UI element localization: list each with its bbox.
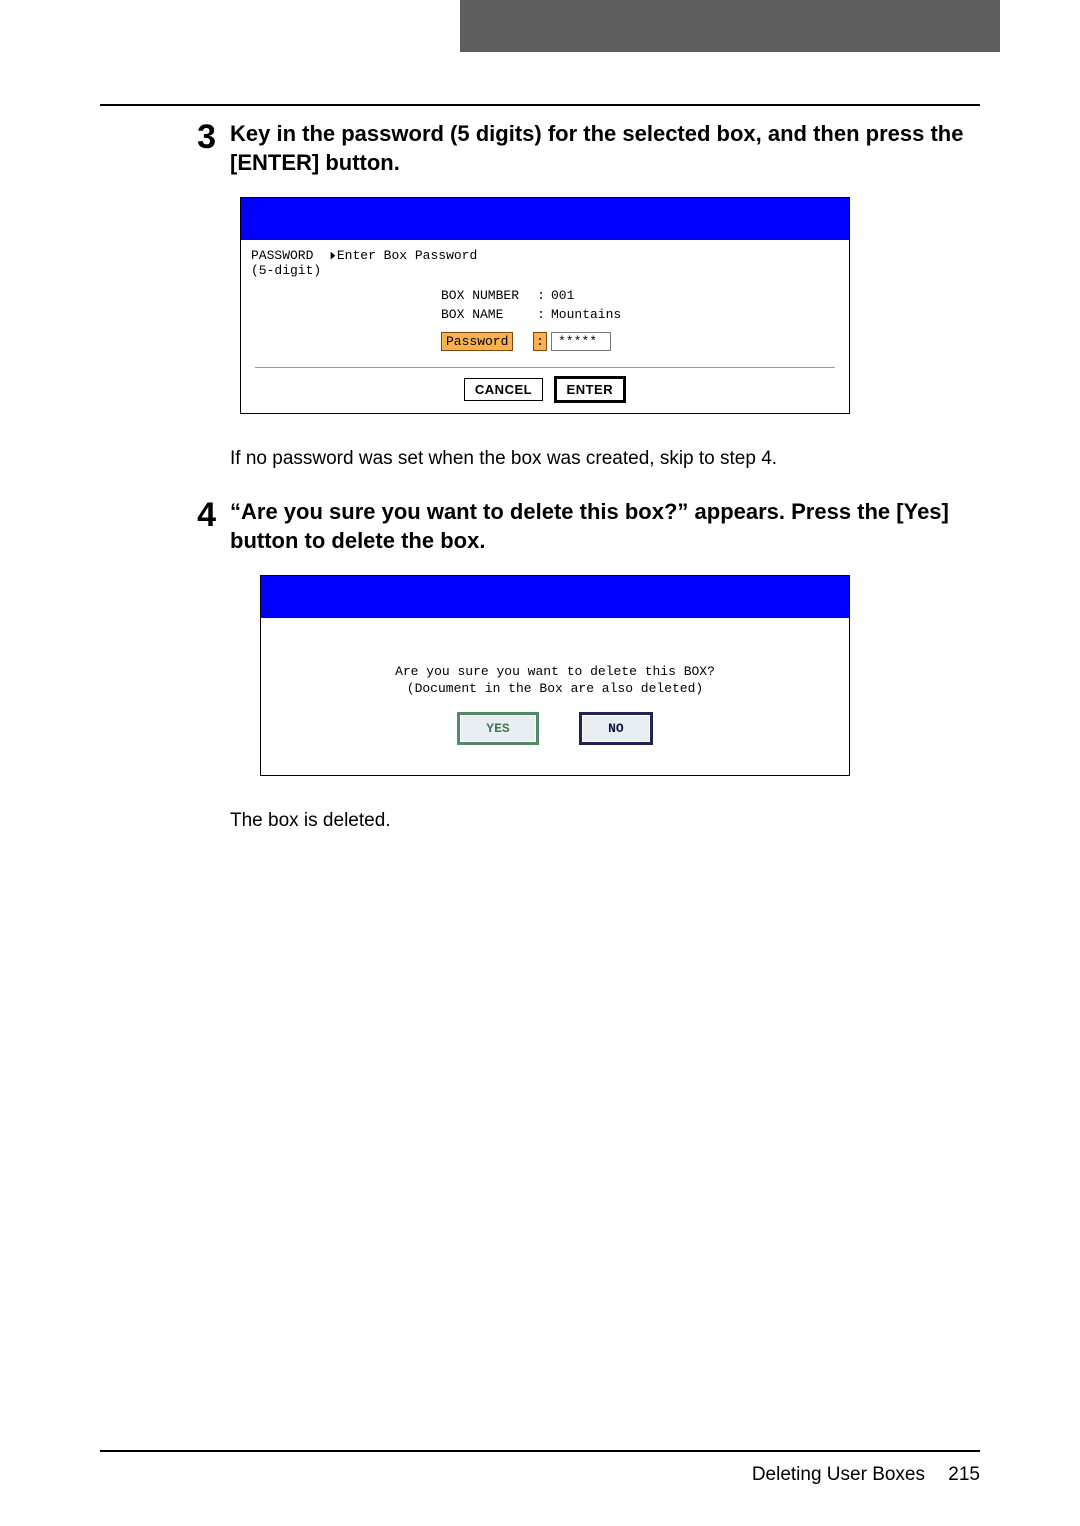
step-4-heading: “Are you sure you want to delete this bo… bbox=[230, 498, 980, 555]
step-3-body: Key in the password (5 digits) for the s… bbox=[230, 120, 980, 177]
password-screen: PASSWORD ▶Enter Box Password (5-digit) B… bbox=[240, 197, 850, 414]
footer: Deleting User Boxes 215 bbox=[752, 1464, 980, 1486]
confirm-line2: (Document in the Box are also deleted) bbox=[407, 681, 703, 696]
step-4: 4 “Are you sure you want to delete this … bbox=[100, 498, 980, 555]
password-fields: BOX NUMBER : 001 BOX NAME : Mountains Pa… bbox=[241, 280, 849, 367]
footer-rule bbox=[100, 1450, 980, 1452]
spacer bbox=[100, 796, 230, 832]
box-number-label: BOX NUMBER bbox=[441, 288, 531, 303]
colon-highlight: : bbox=[531, 332, 551, 351]
confirm-text: Are you sure you want to delete this BOX… bbox=[271, 664, 839, 698]
colon: : bbox=[531, 288, 551, 303]
step-3-after-text: If no password was set when the box was … bbox=[230, 448, 980, 470]
step-3-heading: Key in the password (5 digits) for the s… bbox=[230, 120, 980, 177]
footer-page: 215 bbox=[948, 1464, 980, 1485]
no-button[interactable]: NO bbox=[579, 712, 653, 745]
box-name-label: BOX NAME bbox=[441, 307, 531, 322]
step-3: 3 Key in the password (5 digits) for the… bbox=[100, 120, 980, 177]
confirm-body: Are you sure you want to delete this BOX… bbox=[261, 618, 849, 775]
box-name-value: Mountains bbox=[551, 307, 621, 322]
enter-button[interactable]: ENTER bbox=[554, 376, 627, 403]
header-tab-bar bbox=[0, 0, 1080, 52]
password-screen-titlebar bbox=[241, 198, 849, 240]
password-header-prompt: Enter Box Password bbox=[337, 248, 477, 263]
yes-button[interactable]: YES bbox=[457, 712, 538, 745]
cancel-button[interactable]: CANCEL bbox=[464, 378, 543, 401]
row-box-name: BOX NAME : Mountains bbox=[241, 305, 849, 324]
step-4-screenshot: Are you sure you want to delete this BOX… bbox=[240, 575, 980, 776]
step-4-number: 4 bbox=[100, 498, 230, 555]
password-button-row: CANCEL ENTER bbox=[241, 368, 849, 413]
manual-page: 3 Key in the password (5 digits) for the… bbox=[0, 0, 1080, 1526]
confirm-screen-titlebar bbox=[261, 576, 849, 618]
confirm-screen: Are you sure you want to delete this BOX… bbox=[260, 575, 850, 776]
step-4-after: The box is deleted. bbox=[100, 796, 980, 832]
top-rule bbox=[100, 104, 980, 106]
box-number-value: 001 bbox=[551, 288, 574, 303]
row-box-number: BOX NUMBER : 001 bbox=[241, 286, 849, 305]
password-header-label: PASSWORD bbox=[251, 248, 313, 263]
prompt-arrow-icon: ▶ bbox=[331, 248, 336, 263]
password-prompt-line: PASSWORD ▶Enter Box Password (5-digit) bbox=[241, 240, 849, 280]
step-3-number: 3 bbox=[100, 120, 230, 177]
row-password: Password : ***** bbox=[241, 330, 849, 353]
step-4-after-text: The box is deleted. bbox=[230, 810, 980, 832]
footer-section: Deleting User Boxes bbox=[752, 1464, 925, 1485]
confirm-line1: Are you sure you want to delete this BOX… bbox=[395, 664, 715, 679]
password-label: Password bbox=[441, 332, 531, 351]
header-tab bbox=[460, 0, 1000, 52]
password-header-sub: (5-digit) bbox=[251, 263, 321, 278]
password-input[interactable]: ***** bbox=[551, 332, 611, 351]
colon: : bbox=[531, 307, 551, 322]
content-area: 3 Key in the password (5 digits) for the… bbox=[100, 120, 980, 852]
spacer bbox=[100, 434, 230, 470]
step-3-screenshot: PASSWORD ▶Enter Box Password (5-digit) B… bbox=[240, 197, 980, 414]
step-4-body: “Are you sure you want to delete this bo… bbox=[230, 498, 980, 555]
step-3-after: If no password was set when the box was … bbox=[100, 434, 980, 470]
